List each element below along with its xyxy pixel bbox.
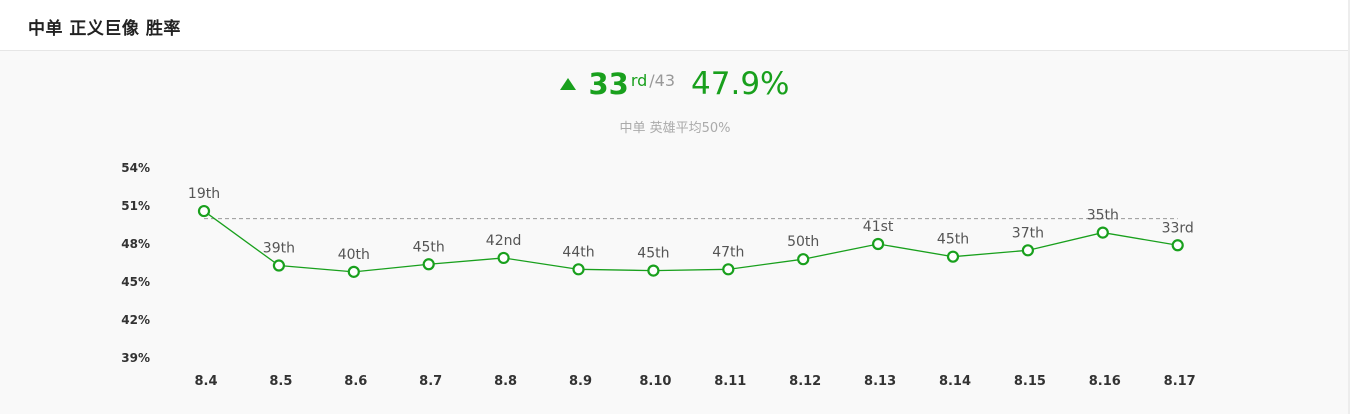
data-label: 40th	[338, 247, 370, 263]
y-tick-label: 54%	[121, 161, 150, 175]
x-tick-label: 8.11	[714, 374, 746, 389]
x-tick-label: 8.13	[864, 374, 896, 389]
x-tick-label: 8.8	[494, 374, 517, 389]
data-label: 35th	[1087, 208, 1119, 224]
x-axis: 8.4 8.5 8.6 8.7 8.8 8.9 8.10 8.11 8.12 8.13 8.14 8.…	[194, 374, 1195, 389]
data-point[interactable]	[572, 263, 585, 276]
x-tick-label: 8.7	[419, 374, 442, 389]
data-label: 19th	[188, 186, 220, 202]
data-point[interactable]	[272, 259, 285, 272]
data-label: 50th	[787, 234, 819, 250]
data-point[interactable]	[1171, 239, 1184, 252]
x-tick-label: 8.9	[569, 374, 592, 389]
data-label: 41st	[863, 219, 894, 235]
data-point[interactable]	[347, 265, 360, 278]
x-tick-label: 8.14	[939, 374, 971, 389]
x-tick-label: 8.16	[1089, 374, 1121, 389]
x-tick-label: 8.12	[789, 374, 821, 389]
data-point[interactable]	[1021, 244, 1035, 257]
data-point[interactable]	[797, 253, 810, 266]
data-label: 44th	[562, 244, 594, 260]
data-point[interactable]	[497, 251, 510, 265]
x-tick-label: 8.4	[194, 374, 217, 389]
data-label: 37th	[1012, 225, 1044, 241]
y-tick-label: 39%	[121, 351, 150, 365]
data-point[interactable]	[1096, 226, 1109, 239]
data-point[interactable]	[722, 263, 735, 276]
data-label: 33rd	[1162, 220, 1194, 236]
x-tick-label: 8.15	[1014, 374, 1046, 389]
y-tick-label: 42%	[121, 313, 150, 327]
data-point[interactable]	[871, 237, 885, 251]
data-point[interactable]	[197, 204, 211, 218]
data-label: 45th	[413, 239, 445, 255]
win-rate-panel: 中单 正义巨像 胜率 33rd/43 47.9% 中单 英雄平均50% 54% 51…	[0, 0, 1350, 414]
y-tick-label: 48%	[121, 237, 150, 251]
data-point[interactable]	[422, 258, 435, 271]
y-axis: 54% 51% 48% 45% 42% 39%	[121, 161, 150, 365]
y-tick-label: 45%	[121, 275, 150, 289]
x-tick-label: 8.17	[1164, 374, 1196, 389]
data-point[interactable]	[946, 250, 960, 263]
data-label: 39th	[263, 241, 295, 257]
data-label: 45th	[937, 232, 969, 248]
x-tick-label: 8.6	[344, 374, 367, 389]
x-tick-label: 8.5	[269, 374, 292, 389]
data-point[interactable]	[647, 264, 660, 277]
data-labels: 19th 39th 40th 45th 42nd 44th 45th 47th 50th 41st…	[188, 186, 1194, 263]
data-label: 45th	[637, 246, 669, 262]
data-points	[197, 204, 1184, 278]
win-rate-line-chart: 54% 51% 48% 45% 42% 39% 8.4 8.5 8.6 8.7 8.8 8.9 8.1…	[121, 161, 1195, 389]
data-label: 47th	[712, 244, 744, 260]
y-tick-label: 51%	[121, 199, 150, 213]
data-label: 42nd	[486, 233, 522, 249]
x-tick-label: 8.10	[639, 374, 671, 389]
